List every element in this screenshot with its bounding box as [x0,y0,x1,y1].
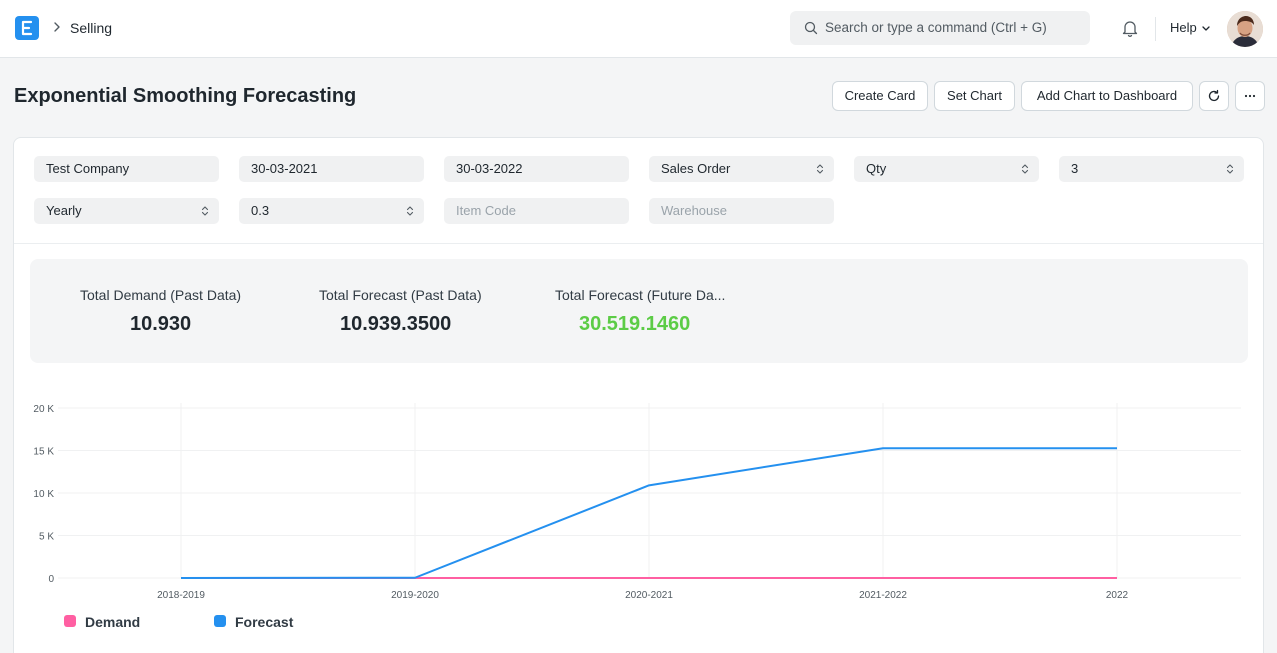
x-tick-label: 2019-2020 [391,590,439,601]
breadcrumb-selling[interactable]: Selling [70,19,112,37]
legend-label-demand: Demand [85,614,141,630]
report-summary: Total Demand (Past Data) 10.930 Total Fo… [30,259,1248,363]
summary-value-total-forecast-future: 30.519.1460 [579,313,691,335]
select-arrows-icon [201,206,209,216]
x-tick-label: 2020-2021 [625,590,673,601]
select-arrows-icon [816,164,824,174]
summary-value-total-demand: 10.930 [130,313,192,335]
chevron-down-icon[interactable] [1201,25,1211,33]
avatar-image [1227,11,1263,47]
select-arrows-icon [1021,164,1029,174]
forecast-chart: 0 5 K 10 K 15 K 20 K 2018-2019 2019-2020 2020-2… [14,388,1263,618]
search-input[interactable]: Search or type a command (Ctrl + G) [825,20,1047,36]
report-card: Test Company 30-03-2021 30-03-2022 Sales… [13,137,1264,653]
x-tick-label: 2021-2022 [859,590,907,601]
periodicity-select[interactable]: Yearly [34,198,219,224]
help-dropdown[interactable]: Help [1170,20,1197,36]
create-card-button[interactable]: Create Card [832,81,928,111]
more-horizontal-icon [1244,94,1256,98]
navbar: Selling Search or type a command (Ctrl +… [0,0,1277,58]
smoothing-constant-value: 0.3 [251,203,270,218]
app-logo[interactable] [15,16,39,40]
x-tick-label: 2022 [1106,590,1129,601]
set-chart-button[interactable]: Set Chart [934,81,1015,111]
y-tick-label: 0 [48,574,54,585]
refresh-icon [1208,89,1220,102]
summary-label-total-forecast-future: Total Forecast (Future Da... [555,287,726,303]
smoothing-constant-select[interactable]: 0.3 [239,198,424,224]
y-tick-label: 15 K [33,447,54,458]
based-on-field-select[interactable]: Qty [854,156,1039,182]
warehouse-input[interactable]: Warehouse [649,198,834,224]
periodicity-value: Yearly [46,203,82,218]
y-tick-label: 5 K [39,532,54,543]
y-tick-label: 10 K [33,489,54,500]
summary-value-total-forecast-past: 10.939.3500 [340,313,452,335]
refresh-button[interactable] [1199,81,1229,111]
based-on-field-value: Qty [866,161,887,176]
select-arrows-icon [406,206,414,216]
item-code-input[interactable]: Item Code [444,198,629,224]
legend-swatch-demand [64,615,76,627]
no-of-years-value: 3 [1071,161,1079,176]
based-on-document-select[interactable]: Sales Order [649,156,834,182]
no-of-years-select[interactable]: 3 [1059,156,1244,182]
to-date-filter[interactable]: 30-03-2022 [444,156,629,182]
more-options-button[interactable] [1235,81,1265,111]
add-chart-to-dashboard-button[interactable]: Add Chart to Dashboard [1021,81,1193,111]
notification-bell-icon[interactable] [1120,18,1140,38]
page-title: Exponential Smoothing Forecasting [14,85,357,107]
chevron-right-icon [54,22,60,32]
navbar-divider [1155,17,1156,41]
filter-divider [14,243,1263,244]
x-tick-label: 2018-2019 [157,590,205,601]
user-avatar[interactable] [1227,11,1263,47]
search-icon [804,21,818,35]
search-bar[interactable]: Search or type a command (Ctrl + G) [790,11,1090,45]
summary-label-total-forecast-past: Total Forecast (Past Data) [319,287,482,303]
legend-label-forecast: Forecast [235,614,294,630]
forecast-line-chart: 0 5 K 10 K 15 K 20 K 2018-2019 2019-2020 2020-2… [33,403,1241,601]
summary-label-total-demand: Total Demand (Past Data) [80,287,242,303]
legend-swatch-forecast [214,615,226,627]
company-filter[interactable]: Test Company [34,156,219,182]
erpnext-logo-icon [21,20,33,36]
y-tick-label: 20 K [33,404,54,415]
based-on-document-value: Sales Order [661,161,731,176]
from-date-filter[interactable]: 30-03-2021 [239,156,424,182]
select-arrows-icon [1226,164,1234,174]
